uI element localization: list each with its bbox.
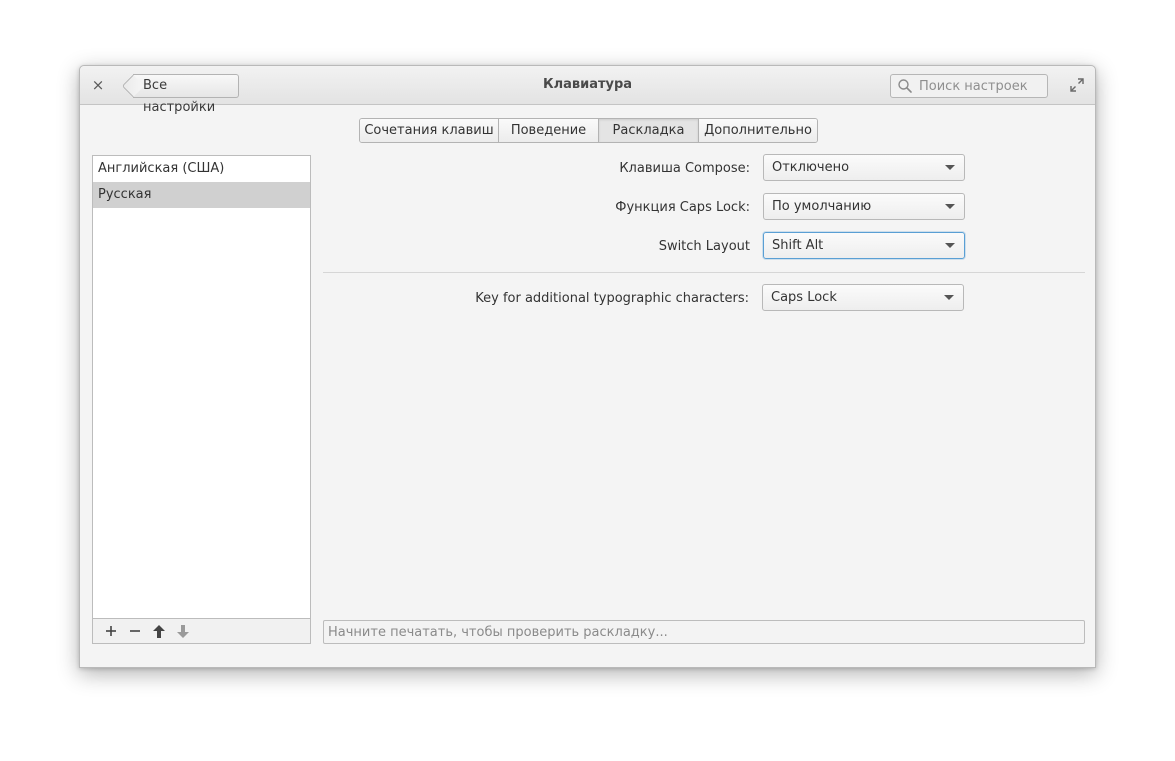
compose-key-label: Клавиша Compose: — [619, 161, 750, 176]
arrow-down-icon — [177, 624, 189, 638]
switch-layout-label: Switch Layout — [658, 239, 750, 254]
search-input[interactable] — [919, 78, 1039, 94]
plus-icon — [106, 626, 116, 636]
title-bar: × Все настройки Клавиатура — [80, 66, 1095, 115]
move-up-button[interactable] — [147, 621, 171, 641]
add-layout-button[interactable] — [99, 621, 123, 641]
remove-layout-button[interactable] — [123, 621, 147, 641]
chevron-down-icon — [945, 243, 955, 248]
switch-layout-combo[interactable]: Shift Alt — [763, 232, 965, 259]
caps-lock-value: По умолчанию — [772, 199, 872, 214]
compose-key-combo[interactable]: Отключено — [763, 154, 965, 181]
layout-test-input[interactable] — [323, 620, 1085, 644]
tab-layout[interactable]: Раскладка — [599, 119, 699, 142]
settings-window: × Все настройки Клавиатура Сочетания кла… — [79, 65, 1096, 668]
tab-behavior[interactable]: Поведение — [499, 119, 599, 142]
list-item-russian[interactable]: Русская — [93, 182, 310, 208]
list-item-english-us[interactable]: Английская (США) — [93, 156, 310, 182]
caps-lock-combo[interactable]: По умолчанию — [763, 193, 965, 220]
move-down-button[interactable] — [171, 621, 195, 641]
chevron-down-icon — [945, 165, 955, 170]
typographic-key-value: Caps Lock — [771, 290, 837, 305]
tab-bar: Сочетания клавиш Поведение Раскладка Доп… — [359, 118, 818, 143]
typographic-key-label: Key for additional typographic character… — [475, 291, 749, 306]
layout-list: Английская (США) Русская — [92, 155, 311, 619]
maximize-icon[interactable] — [1069, 77, 1085, 93]
chevron-down-icon — [945, 204, 955, 209]
typographic-key-combo[interactable]: Caps Lock — [762, 284, 964, 311]
chevron-down-icon — [944, 295, 954, 300]
compose-key-value: Отключено — [772, 160, 850, 175]
search-box[interactable] — [890, 74, 1048, 98]
caps-lock-label: Функция Caps Lock: — [615, 200, 750, 215]
tab-advanced[interactable]: Дополнительно — [699, 119, 817, 142]
tab-shortcuts[interactable]: Сочетания клавиш — [360, 119, 499, 142]
search-icon — [898, 79, 912, 93]
layout-list-toolbar — [92, 619, 311, 644]
arrow-up-icon — [153, 624, 165, 638]
switch-layout-value: Shift Alt — [772, 238, 824, 253]
minus-icon — [130, 630, 140, 632]
section-divider — [323, 272, 1085, 273]
